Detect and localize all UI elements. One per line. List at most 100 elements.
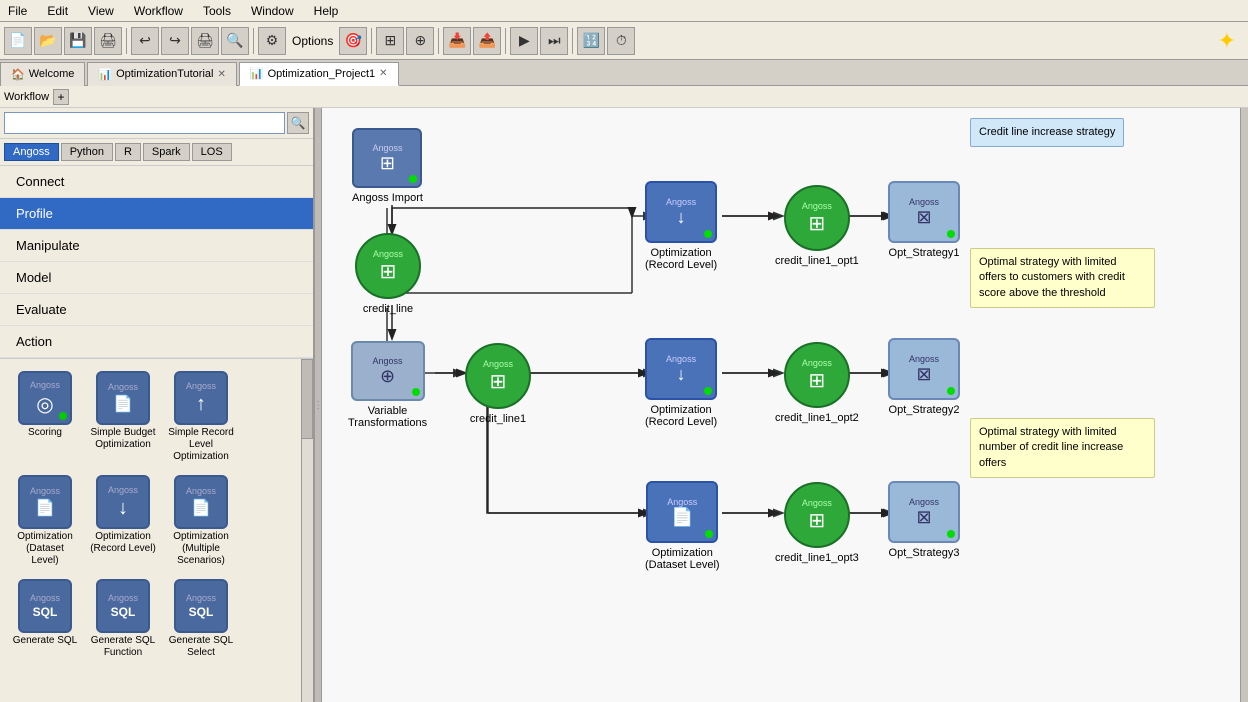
options-label: Options bbox=[288, 34, 337, 48]
right-panel-handle[interactable] bbox=[1240, 108, 1248, 702]
menu-workflow[interactable]: Workflow bbox=[130, 2, 187, 20]
import-button[interactable]: 📥 bbox=[443, 27, 471, 55]
wf-node-opt-record1[interactable]: Angoss ↓ Optimization(Record Level) bbox=[645, 181, 717, 271]
node-gen-sql-sel[interactable]: Angoss SQL Generate SQL Select bbox=[164, 575, 238, 663]
menu-tools[interactable]: Tools bbox=[199, 2, 235, 20]
workflow-add-button[interactable]: + bbox=[53, 89, 69, 105]
node-opt-dataset-label: Optimization (Dataset Level) bbox=[12, 531, 78, 567]
wf-node-credit-line1-opt3[interactable]: Angoss ⊞ credit_line1_opt3 bbox=[775, 482, 859, 564]
center-button[interactable]: ⊕ bbox=[406, 27, 434, 55]
grid-button[interactable]: ⊞ bbox=[376, 27, 404, 55]
menu-file[interactable]: File bbox=[4, 2, 31, 20]
wf-node-opt-strategy3[interactable]: Angoss ⊠ Opt_Strategy3 bbox=[888, 481, 960, 559]
search-button[interactable]: 🔍 bbox=[287, 112, 309, 134]
tab-welcome-label: Welcome bbox=[29, 68, 75, 80]
filter-angoss[interactable]: Angoss bbox=[4, 143, 59, 161]
nav-manipulate[interactable]: Manipulate bbox=[0, 230, 313, 262]
node-opt-record[interactable]: Angoss ↓ Optimization (Record Level) bbox=[86, 471, 160, 571]
wf-node-opt-dataset[interactable]: Angoss 📄 Optimization(Dataset Level) bbox=[645, 481, 720, 571]
wf-label-credit-line1-opt2: credit_line1_opt2 bbox=[775, 412, 859, 424]
target-button[interactable]: 🎯 bbox=[339, 27, 367, 55]
node-opt-record-label: Optimization (Record Level) bbox=[90, 531, 156, 555]
nav-action[interactable]: Action bbox=[0, 326, 313, 358]
wf-node-opt-strategy1[interactable]: Angoss ⊠ Opt_Strategy1 bbox=[888, 181, 960, 259]
node-gen-sql-fn-label: Generate SQL Function bbox=[90, 635, 156, 659]
print-button[interactable]: 🖨 bbox=[191, 27, 219, 55]
node-simple-record[interactable]: Angoss ↑ Simple Record Level Optimizatio… bbox=[164, 367, 238, 467]
new-button[interactable]: 📄 bbox=[4, 27, 32, 55]
wf-node-opt-record2[interactable]: Angoss ↓ Optimization(Record Level) bbox=[645, 338, 717, 428]
menu-edit[interactable]: Edit bbox=[43, 2, 72, 20]
tab-project-icon: 📊 bbox=[250, 67, 264, 80]
nav-list: Connect Profile Manipulate Model Evaluat… bbox=[0, 166, 313, 359]
sep6 bbox=[572, 28, 573, 54]
nav-connect[interactable]: Connect bbox=[0, 166, 313, 198]
export2-button[interactable]: 📤 bbox=[473, 27, 501, 55]
menu-view[interactable]: View bbox=[84, 2, 118, 20]
wf-label-opt-dataset: Optimization(Dataset Level) bbox=[645, 547, 720, 571]
wf-node-variable-transform[interactable]: Angoss ⊕ VariableTransformations bbox=[348, 341, 427, 429]
redo-button[interactable]: ↪ bbox=[161, 27, 189, 55]
open-button[interactable]: 📂 bbox=[34, 27, 62, 55]
undo-button[interactable]: ↩ bbox=[131, 27, 159, 55]
filter-tabs: Angoss Python R Spark LOS bbox=[0, 139, 313, 166]
annotation-optimal-strategy2: Optimal strategy with limited number of … bbox=[970, 418, 1155, 478]
find-button[interactable]: 🔍 bbox=[221, 27, 249, 55]
wf-node-credit-line1-opt1[interactable]: Angoss ⊞ credit_line1_opt1 bbox=[775, 185, 859, 267]
node-gen-sql-fn[interactable]: Angoss SQL Generate SQL Function bbox=[86, 575, 160, 663]
node-opt-multiple[interactable]: Angoss 📄 Optimization (Multiple Scenario… bbox=[164, 471, 238, 571]
tab-tutorial-label: OptimizationTutorial bbox=[116, 68, 213, 80]
filter-spark[interactable]: Spark bbox=[143, 143, 190, 161]
scrollbar-track[interactable] bbox=[301, 359, 313, 702]
settings-button[interactable]: ⚙ bbox=[258, 27, 286, 55]
filter-python[interactable]: Python bbox=[61, 143, 113, 161]
panel-splitter[interactable]: ⋮ bbox=[314, 108, 322, 702]
wf-label-opt-strategy1: Opt_Strategy1 bbox=[889, 247, 960, 259]
tab-optimization-project[interactable]: 📊 Optimization_Project1 ✕ bbox=[239, 62, 399, 86]
main-area: 🔍 Angoss Python R Spark LOS Connect Prof… bbox=[0, 108, 1248, 702]
node-opt-dataset[interactable]: Angoss 📄 Optimization (Dataset Level) bbox=[8, 471, 82, 571]
filter-r[interactable]: R bbox=[115, 143, 141, 161]
node-grid: Angoss ◎ Scoring Angoss 📄 Simple Budget … bbox=[0, 359, 313, 671]
annotation-optimal-strategy1: Optimal strategy with limited offers to … bbox=[970, 248, 1155, 308]
save-button[interactable]: 💾 bbox=[64, 27, 92, 55]
node-simple-budget[interactable]: Angoss 📄 Simple Budget Optimization bbox=[86, 367, 160, 467]
timer-button[interactable]: ⏱ bbox=[607, 27, 635, 55]
wf-label-credit-line: credit_line bbox=[363, 303, 413, 315]
wf-label-credit-line1-opt3: credit_line1_opt3 bbox=[775, 552, 859, 564]
left-panel: 🔍 Angoss Python R Spark LOS Connect Prof… bbox=[0, 108, 314, 702]
wf-label-variable-transform: VariableTransformations bbox=[348, 405, 427, 429]
node-gen-sql-label: Generate SQL bbox=[13, 635, 77, 647]
wf-node-angoss-import[interactable]: Angoss ⊞ Angoss Import bbox=[352, 128, 423, 204]
menu-help[interactable]: Help bbox=[310, 2, 343, 20]
tab-tutorial-close[interactable]: ✕ bbox=[217, 69, 225, 80]
scrollbar-thumb[interactable] bbox=[301, 359, 313, 439]
wf-node-opt-strategy2[interactable]: Angoss ⊠ Opt_Strategy2 bbox=[888, 338, 960, 416]
nav-evaluate[interactable]: Evaluate bbox=[0, 294, 313, 326]
wf-node-credit-line[interactable]: Angoss ⊞ credit_line bbox=[355, 233, 421, 315]
tab-optimization-tutorial[interactable]: 📊 OptimizationTutorial ✕ bbox=[87, 62, 237, 86]
wf-label-angoss-import: Angoss Import bbox=[352, 192, 423, 204]
tab-welcome-icon: 🏠 bbox=[11, 68, 25, 81]
workflow-canvas[interactable]: Angoss ⊞ Angoss Import Angoss ⊞ credit_l… bbox=[322, 108, 1248, 702]
node-gen-sql-sel-label: Generate SQL Select bbox=[168, 635, 234, 659]
run-button[interactable]: ▶ bbox=[510, 27, 538, 55]
nav-model[interactable]: Model bbox=[0, 262, 313, 294]
wf-node-credit-line1[interactable]: Angoss ⊞ credit_line1 bbox=[465, 343, 531, 425]
node-scoring-label: Scoring bbox=[28, 427, 62, 439]
search-input[interactable] bbox=[4, 112, 285, 134]
filter-los[interactable]: LOS bbox=[192, 143, 232, 161]
tab-welcome[interactable]: 🏠 Welcome bbox=[0, 62, 85, 86]
export-button[interactable]: 🖨 bbox=[94, 27, 122, 55]
node-scoring[interactable]: Angoss ◎ Scoring bbox=[8, 367, 82, 467]
menu-window[interactable]: Window bbox=[247, 2, 298, 20]
nav-profile[interactable]: Profile bbox=[0, 198, 313, 230]
counter-button[interactable]: 🔢 bbox=[577, 27, 605, 55]
wf-node-credit-line1-opt2[interactable]: Angoss ⊞ credit_line1_opt2 bbox=[775, 342, 859, 424]
sep4 bbox=[438, 28, 439, 54]
sep5 bbox=[505, 28, 506, 54]
node-simple-record-label: Simple Record Level Optimization bbox=[168, 427, 234, 463]
tab-project-close[interactable]: ✕ bbox=[379, 68, 387, 79]
node-gen-sql[interactable]: Angoss SQL Generate SQL bbox=[8, 575, 82, 663]
run-all-button[interactable]: ⏭ bbox=[540, 27, 568, 55]
